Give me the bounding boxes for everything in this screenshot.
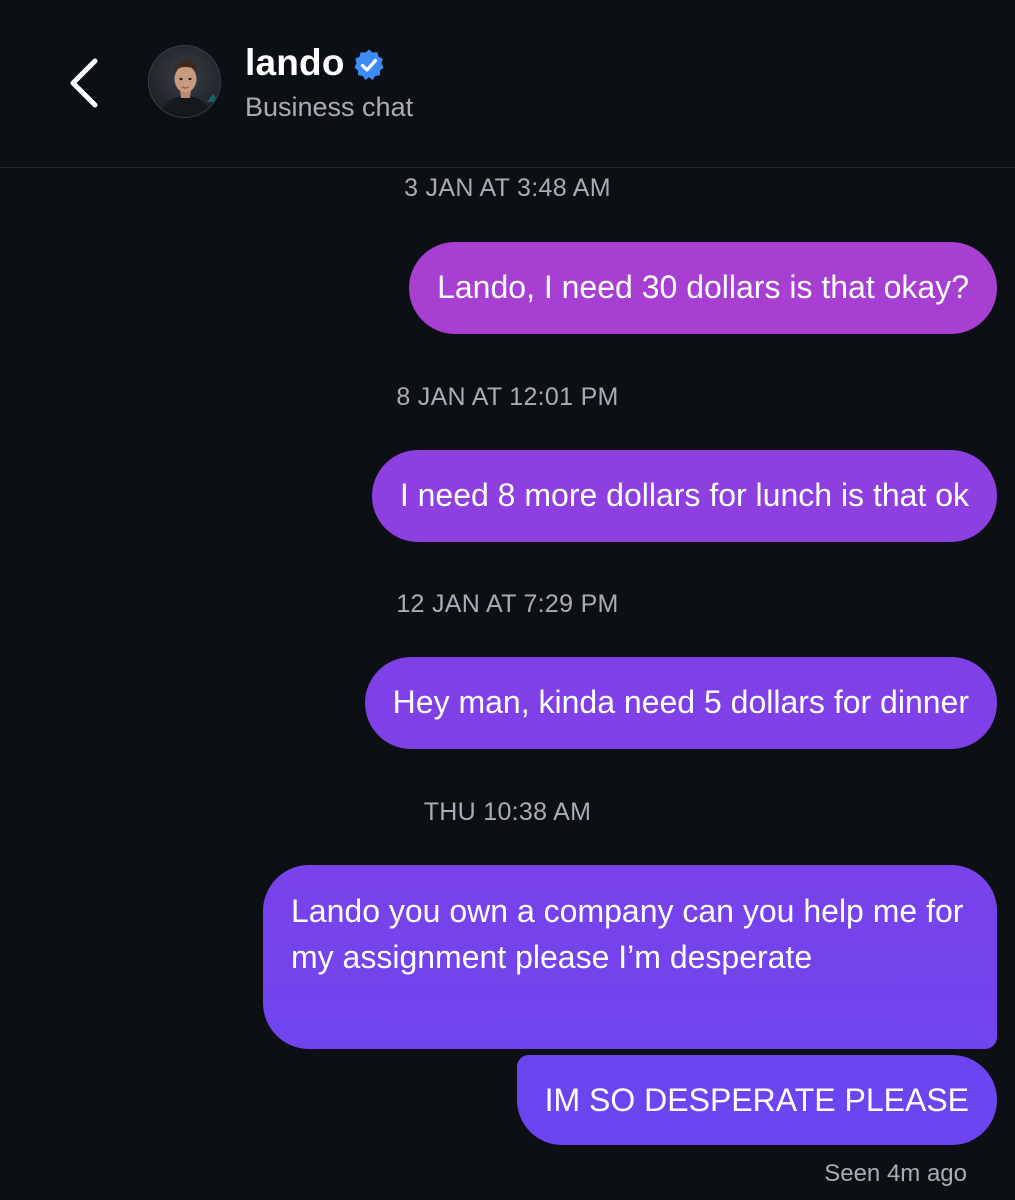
timestamp: THU 10:38 AM: [423, 798, 592, 826]
avatar[interactable]: [148, 45, 221, 118]
seen-status: Seen 4m ago: [824, 1160, 967, 1187]
timestamp: 12 JAN AT 7:29 PM: [396, 590, 619, 618]
chat-screen: lando Business chat 3 JAN AT 3:48 AM Lan…: [0, 0, 1015, 1200]
message-bubble[interactable]: Lando, I need 30 dollars is that okay?: [409, 242, 997, 334]
timestamp: 8 JAN AT 12:01 PM: [396, 383, 619, 411]
chat-subtitle: Business chat: [245, 92, 414, 122]
header-divider: [0, 167, 1015, 168]
chat-header: lando Business chat: [0, 0, 1015, 168]
avatar-image: [149, 46, 220, 117]
verified-badge-icon: [354, 49, 384, 80]
chevron-left-icon: [70, 58, 98, 108]
contact-name[interactable]: lando: [245, 42, 345, 84]
timestamp: 3 JAN AT 3:48 AM: [404, 174, 611, 202]
message-bubble[interactable]: Hey man, kinda need 5 dollars for dinner: [364, 657, 997, 749]
message-bubble[interactable]: Lando you own a company can you help me …: [263, 865, 997, 1049]
message-bubble-last[interactable]: IM SO DESPERATE PLEASE: [516, 1055, 997, 1145]
back-button[interactable]: [58, 48, 110, 118]
message-bubble[interactable]: I need 8 more dollars for lunch is that …: [371, 450, 997, 542]
